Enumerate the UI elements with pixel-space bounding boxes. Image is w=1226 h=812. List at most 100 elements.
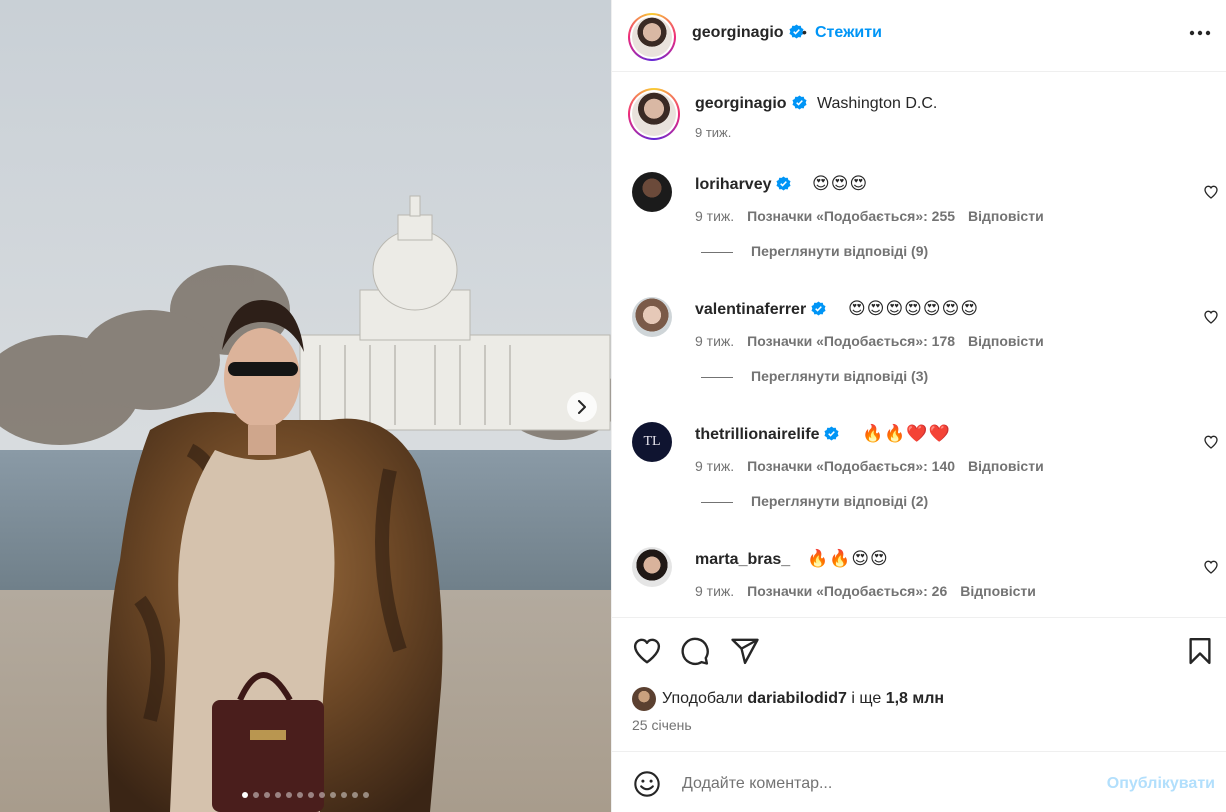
caption-avatar[interactable] xyxy=(628,88,680,140)
header-separator: • xyxy=(802,24,807,40)
likes-prefix: Уподобали xyxy=(662,690,743,707)
post-header: georginagio • Стежити xyxy=(612,0,1226,72)
heart-icon[interactable] xyxy=(1203,184,1219,200)
caption-time[interactable]: 9 тиж. xyxy=(695,125,731,140)
carousel-dot xyxy=(286,792,292,798)
verified-badge-icon xyxy=(776,176,792,191)
carousel-dot xyxy=(264,792,270,798)
post-media[interactable] xyxy=(0,0,611,812)
emoji-icon[interactable] xyxy=(633,770,661,798)
comment-input[interactable] xyxy=(682,769,1082,799)
view-replies-button[interactable]: Переглянути відповіді (2) xyxy=(701,493,928,509)
comment-meta: 9 тиж. Позначки «Подобається»: 140 Відпові… xyxy=(695,458,1057,474)
carousel-dot xyxy=(363,792,369,798)
heart-icon[interactable] xyxy=(1203,559,1219,575)
comment-item: valentinaferrer 😍😍😍😍😍😍😍 9 тиж. Позначки «… xyxy=(612,297,1226,407)
reply-button[interactable]: Відповісти xyxy=(968,333,1044,349)
comment-text: 🔥🔥❤️❤️ xyxy=(862,424,951,443)
comment-text: 😍😍😍 xyxy=(812,174,869,193)
comment-username-text[interactable]: loriharvey xyxy=(695,176,771,193)
post-sidebar: georginagio • Стежити georginagio Washin… xyxy=(611,0,1226,812)
comment-username[interactable]: marta_bras_ xyxy=(695,551,790,569)
comment-item: loriharvey 😍😍😍 9 тиж. Позначки «Подобаєть… xyxy=(612,172,1226,282)
more-options-icon[interactable] xyxy=(1189,30,1211,36)
carousel-dot xyxy=(341,792,347,798)
comment-time[interactable]: 9 тиж. xyxy=(695,458,734,474)
comment-item: TL thetrillionairelife 🔥🔥❤️❤️ 9 тиж. Позн… xyxy=(612,422,1226,532)
comment-item: marta_bras_ 🔥🔥😍😍 9 тиж. Позначки «Подобає… xyxy=(612,547,1226,607)
comment-composer: Опублікувати xyxy=(612,751,1226,812)
caption-username[interactable]: georginagio xyxy=(695,95,807,113)
avatar-monogram: TL xyxy=(643,434,661,449)
author-avatar[interactable] xyxy=(628,13,676,61)
comment-icon[interactable] xyxy=(680,636,710,666)
comment-meta: 9 тиж. Позначки «Подобається»: 178 Відпові… xyxy=(695,333,1057,349)
carousel-dot xyxy=(352,792,358,798)
heart-icon[interactable] xyxy=(632,636,662,666)
comment-likes[interactable]: Позначки «Подобається»: 255 xyxy=(747,208,955,224)
heart-icon[interactable] xyxy=(1203,434,1219,450)
post-date[interactable]: 25 січень xyxy=(632,717,692,733)
comment-likes[interactable]: Позначки «Подобається»: 26 xyxy=(747,583,947,599)
share-icon[interactable] xyxy=(730,636,760,666)
carousel-next-button[interactable] xyxy=(567,392,597,422)
comment-time[interactable]: 9 тиж. xyxy=(695,333,734,349)
view-replies-label[interactable]: Переглянути відповіді (9) xyxy=(751,243,928,259)
comment-likes[interactable]: Позначки «Подобається»: 178 xyxy=(747,333,955,349)
replies-divider xyxy=(701,251,733,253)
replies-divider xyxy=(701,376,733,378)
caption-username-text[interactable]: georginagio xyxy=(695,95,787,112)
comment-username-text[interactable]: valentinaferrer xyxy=(695,301,806,318)
comment-username-text[interactable]: marta_bras_ xyxy=(695,551,790,568)
reply-button[interactable]: Відповісти xyxy=(968,208,1044,224)
publish-button[interactable]: Опублікувати xyxy=(1107,775,1215,793)
caption-text: Washington D.C. xyxy=(817,95,938,112)
likes-summary[interactable]: Уподобали dariabilodid7 і ще 1,8 млн xyxy=(632,687,944,711)
commenter-avatar[interactable] xyxy=(632,297,672,337)
likes-middle: і ще xyxy=(851,690,882,707)
bookmark-icon[interactable] xyxy=(1185,636,1215,666)
commenter-avatar[interactable] xyxy=(632,547,672,587)
verified-badge-icon xyxy=(792,95,807,110)
view-replies-label[interactable]: Переглянути відповіді (3) xyxy=(751,368,928,384)
commenter-avatar[interactable]: TL xyxy=(632,422,672,462)
carousel-indicator xyxy=(0,792,611,798)
comment-username-text[interactable]: thetrillionairelife xyxy=(695,426,819,443)
post-photo xyxy=(0,0,611,812)
comment-likes[interactable]: Позначки «Подобається»: 140 xyxy=(747,458,955,474)
liker-username[interactable]: dariabilodid7 xyxy=(747,690,847,708)
verified-badge-icon xyxy=(811,301,826,316)
view-replies-button[interactable]: Переглянути відповіді (9) xyxy=(701,243,928,259)
carousel-dot xyxy=(330,792,336,798)
comment-time[interactable]: 9 тиж. xyxy=(695,583,734,599)
carousel-dot xyxy=(297,792,303,798)
comment-time[interactable]: 9 тиж. xyxy=(695,208,734,224)
comment-meta: 9 тиж. Позначки «Подобається»: 255 Відпові… xyxy=(695,208,1057,224)
view-replies-label[interactable]: Переглянути відповіді (2) xyxy=(751,493,928,509)
comment-username[interactable]: valentinaferrer xyxy=(695,301,826,319)
carousel-dot xyxy=(275,792,281,798)
comment-username[interactable]: thetrillionairelife xyxy=(695,426,839,444)
carousel-dot xyxy=(319,792,325,798)
view-replies-button[interactable]: Переглянути відповіді (3) xyxy=(701,368,928,384)
comment-text: 🔥🔥😍😍 xyxy=(807,549,889,568)
follow-button[interactable]: Стежити xyxy=(815,24,882,42)
carousel-dot xyxy=(242,792,248,798)
carousel-dot xyxy=(253,792,259,798)
replies-divider xyxy=(701,501,733,503)
comment-meta: 9 тиж. Позначки «Подобається»: 26 Відповіс… xyxy=(695,583,1049,599)
liker-avatar[interactable] xyxy=(632,687,656,711)
heart-icon[interactable] xyxy=(1203,309,1219,325)
commenter-avatar[interactable] xyxy=(632,172,672,212)
carousel-dot xyxy=(308,792,314,798)
comment-username[interactable]: loriharvey xyxy=(695,176,792,194)
likes-count[interactable]: 1,8 млн xyxy=(886,690,944,708)
instagram-post: georginagio • Стежити georginagio Washin… xyxy=(0,0,1226,812)
author-username-text[interactable]: georginagio xyxy=(692,24,784,41)
chevron-right-icon xyxy=(578,400,586,414)
author-username[interactable]: georginagio xyxy=(692,24,804,42)
comment-text: 😍😍😍😍😍😍😍 xyxy=(848,299,980,318)
verified-badge-icon xyxy=(824,426,839,441)
reply-button[interactable]: Відповісти xyxy=(968,458,1044,474)
reply-button[interactable]: Відповісти xyxy=(960,583,1036,599)
